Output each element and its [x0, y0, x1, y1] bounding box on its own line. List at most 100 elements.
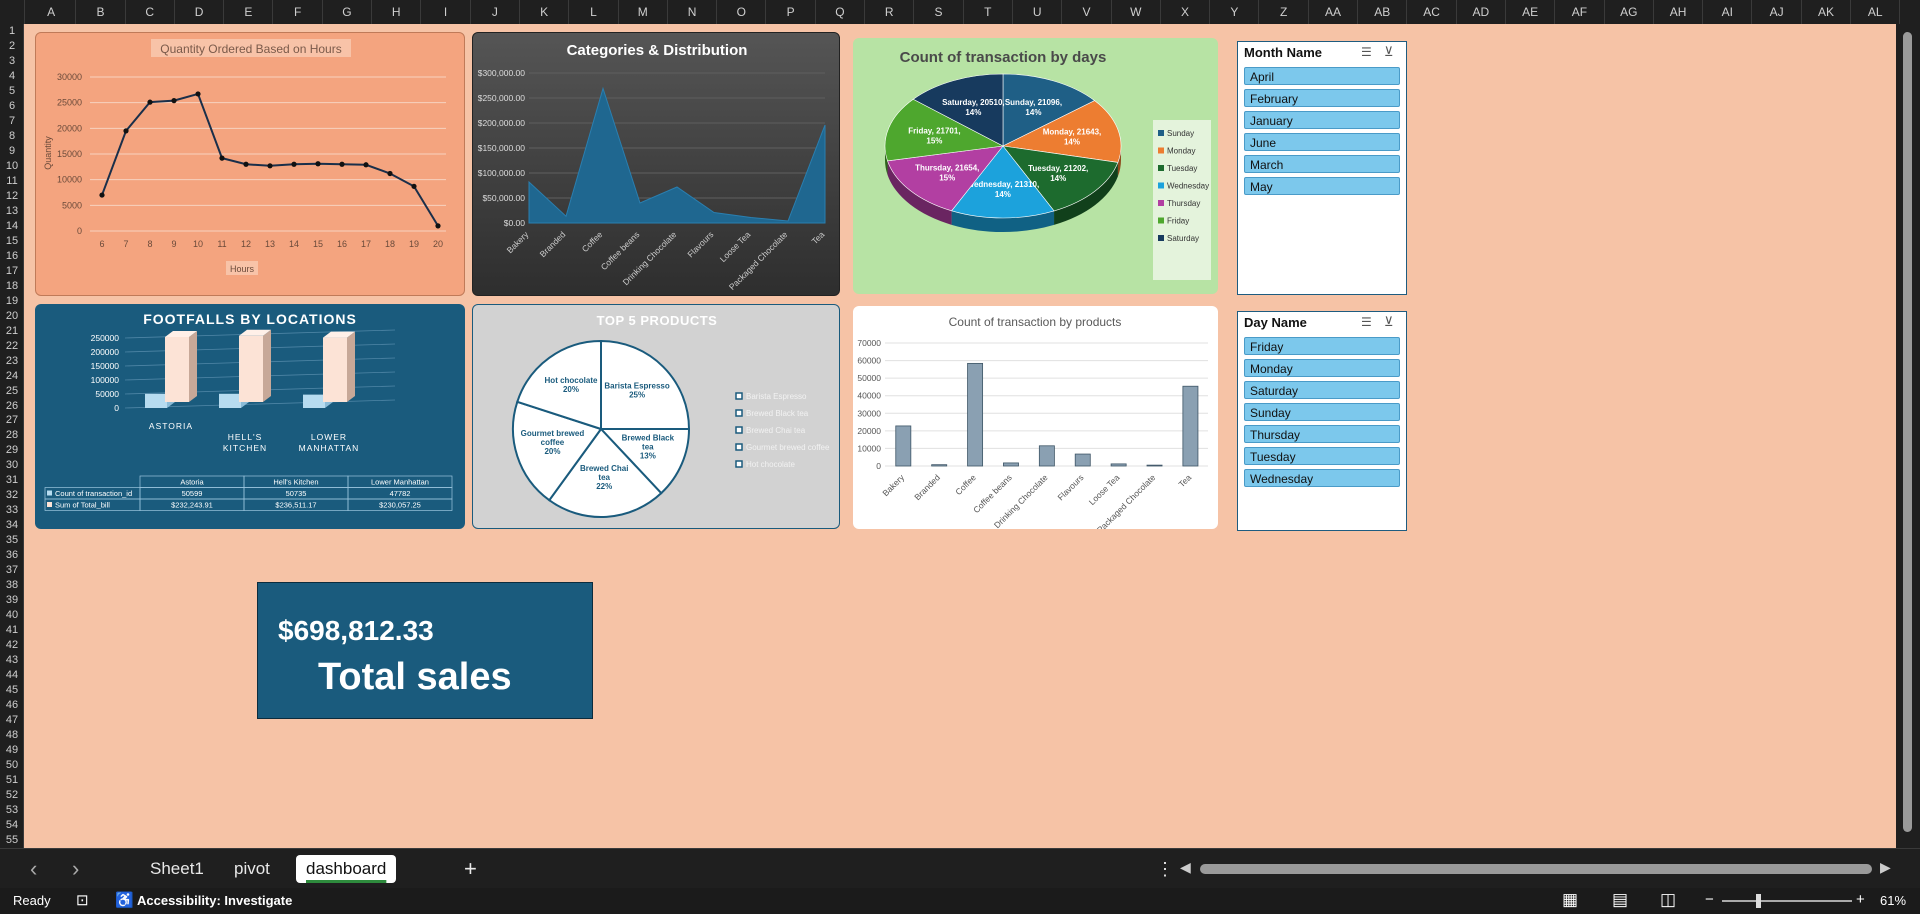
month-slicer-item[interactable]: May — [1244, 177, 1400, 195]
day-slicer-item[interactable]: Friday — [1244, 337, 1400, 355]
horizontal-scroll-thumb[interactable] — [1200, 864, 1872, 874]
hscroll-right-icon[interactable]: ▶ — [1880, 859, 1891, 876]
row-header-38[interactable]: 38 — [0, 578, 24, 593]
column-header-M[interactable]: M — [619, 0, 668, 24]
row-header-52[interactable]: 52 — [0, 788, 24, 803]
page-break-icon[interactable]: ◫ — [1660, 890, 1676, 910]
row-header-42[interactable]: 42 — [0, 638, 24, 653]
row-header-48[interactable]: 48 — [0, 728, 24, 743]
column-header-C[interactable]: C — [126, 0, 175, 24]
vertical-scrollbar[interactable] — [1896, 24, 1920, 848]
day-slicer[interactable]: Day Name ☰ ⊻ Friday Monday Saturday Sunday T… — [1237, 311, 1407, 531]
row-header-11[interactable]: 11 — [0, 174, 24, 189]
total-sales-card[interactable]: $698,812.33 Total sales — [257, 582, 593, 719]
day-slicer-item[interactable]: Sunday — [1244, 403, 1400, 421]
column-header-AA[interactable]: AA — [1309, 0, 1359, 24]
zoom-slider-thumb[interactable] — [1756, 894, 1761, 908]
horizontal-scrollbar[interactable] — [1200, 863, 1880, 875]
row-header-41[interactable]: 41 — [0, 623, 24, 638]
column-header-AD[interactable]: AD — [1457, 0, 1506, 24]
column-header-A[interactable]: A — [27, 0, 77, 24]
column-header-AB[interactable]: AB — [1358, 0, 1408, 24]
footfalls-panel[interactable]: FOOTFALLS BY LOCATIONS 0 50000 100000 150000… — [35, 304, 465, 529]
column-header-N[interactable]: N — [668, 0, 718, 24]
row-header-25[interactable]: 25 — [0, 384, 24, 399]
row-header-23[interactable]: 23 — [0, 354, 24, 369]
row-header-9[interactable]: 9 — [0, 144, 24, 159]
tab-sheet1[interactable]: Sheet1 — [140, 855, 214, 883]
zoom-slider[interactable] — [1722, 894, 1852, 908]
row-header-49[interactable]: 49 — [0, 743, 24, 758]
row-header-29[interactable]: 29 — [0, 443, 24, 458]
column-header-U[interactable]: U — [1013, 0, 1063, 24]
row-header-13[interactable]: 13 — [0, 204, 24, 219]
column-header-R[interactable]: R — [865, 0, 915, 24]
column-header-T[interactable]: T — [964, 0, 1013, 24]
row-header-10[interactable]: 10 — [0, 159, 24, 174]
row-header-54[interactable]: 54 — [0, 818, 24, 833]
row-header-26[interactable]: 26 — [0, 399, 24, 414]
column-header-Z[interactable]: Z — [1260, 0, 1309, 24]
column-header-AF[interactable]: AF — [1555, 0, 1605, 24]
row-header-14[interactable]: 14 — [0, 219, 24, 234]
column-header-AG[interactable]: AG — [1605, 0, 1654, 24]
row-header-33[interactable]: 33 — [0, 503, 24, 518]
row-header-20[interactable]: 20 — [0, 309, 24, 324]
column-header-AL[interactable]: AL — [1851, 0, 1901, 24]
row-header-44[interactable]: 44 — [0, 668, 24, 683]
row-header-1[interactable]: 1 — [0, 24, 24, 39]
row-header-36[interactable]: 36 — [0, 548, 24, 563]
multi-select-icon[interactable]: ☰ — [1361, 315, 1372, 329]
row-header-21[interactable]: 21 — [0, 324, 24, 339]
tab-dashboard[interactable]: dashboard — [296, 855, 397, 883]
column-header-J[interactable]: J — [471, 0, 520, 24]
macro-record-icon[interactable]: ⊡ — [76, 891, 89, 909]
month-slicer-item[interactable]: March — [1244, 155, 1400, 173]
column-header-B[interactable]: B — [76, 0, 126, 24]
column-header-AI[interactable]: AI — [1703, 0, 1753, 24]
accessibility-status[interactable]: Accessibility: Investigate — [137, 893, 292, 908]
column-header-K[interactable]: K — [520, 0, 570, 24]
row-header-2[interactable]: 2 — [0, 39, 24, 54]
row-header-47[interactable]: 47 — [0, 713, 24, 728]
row-header-46[interactable]: 46 — [0, 698, 24, 713]
clear-filter-icon[interactable]: ⊻ — [1384, 44, 1394, 60]
month-slicer-item[interactable]: February — [1244, 89, 1400, 107]
page-layout-icon[interactable]: ▤ — [1612, 890, 1628, 910]
row-header-32[interactable]: 32 — [0, 488, 24, 503]
more-options-icon[interactable]: ⋮ — [1146, 855, 1184, 883]
month-slicer[interactable]: Month Name ☰ ⊻ April February January June M… — [1237, 41, 1407, 295]
column-header-AJ[interactable]: AJ — [1753, 0, 1802, 24]
row-header-8[interactable]: 8 — [0, 129, 24, 144]
select-all-corner[interactable] — [0, 0, 25, 24]
products-panel[interactable]: Count of transaction by products 0 10000 20… — [853, 306, 1218, 529]
column-header-Y[interactable]: Y — [1210, 0, 1260, 24]
column-header-E[interactable]: E — [224, 0, 274, 24]
row-header-39[interactable]: 39 — [0, 593, 24, 608]
column-header-X[interactable]: X — [1161, 0, 1211, 24]
zoom-level[interactable]: 61% — [1880, 893, 1906, 908]
row-header-50[interactable]: 50 — [0, 758, 24, 773]
accessibility-icon[interactable]: ♿ — [115, 891, 134, 909]
day-slicer-item[interactable]: Monday — [1244, 359, 1400, 377]
day-slicer-item[interactable]: Tuesday — [1244, 447, 1400, 465]
top5-panel[interactable]: TOP 5 PRODUCTS Barista Espresso 25% Brewed … — [472, 304, 840, 529]
column-header-H[interactable]: H — [372, 0, 422, 24]
column-header-AE[interactable]: AE — [1506, 0, 1556, 24]
row-header-45[interactable]: 45 — [0, 683, 24, 698]
column-header-W[interactable]: W — [1112, 0, 1161, 24]
row-header-37[interactable]: 37 — [0, 563, 24, 578]
days-pie-panel[interactable]: Count of transaction by days Sunday, 2109… — [853, 38, 1218, 294]
row-header-34[interactable]: 34 — [0, 518, 24, 533]
column-header-G[interactable]: G — [323, 0, 373, 24]
column-header-F[interactable]: F — [274, 0, 323, 24]
row-header-30[interactable]: 30 — [0, 458, 24, 473]
row-header-19[interactable]: 19 — [0, 294, 24, 309]
row-header-43[interactable]: 43 — [0, 653, 24, 668]
categories-chart-panel[interactable]: Categories & Distribution $0.00 $50,000.00… — [472, 32, 840, 296]
row-header-18[interactable]: 18 — [0, 279, 24, 294]
row-header-40[interactable]: 40 — [0, 608, 24, 623]
column-header-D[interactable]: D — [175, 0, 225, 24]
row-header-17[interactable]: 17 — [0, 264, 24, 279]
row-header-35[interactable]: 35 — [0, 533, 24, 548]
